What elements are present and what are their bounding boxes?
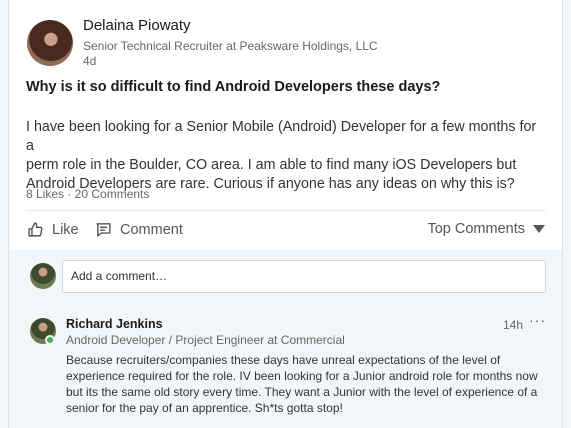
like-button[interactable]: Like bbox=[27, 221, 79, 238]
online-status-icon bbox=[45, 335, 55, 345]
add-comment-input[interactable]: Add a comment… bbox=[62, 260, 546, 293]
sort-comments-dropdown[interactable]: Top Comments bbox=[427, 221, 545, 237]
comment-label: Comment bbox=[120, 221, 183, 238]
comment-time: 14h bbox=[503, 318, 524, 332]
like-label: Like bbox=[52, 221, 79, 238]
comment-icon bbox=[95, 221, 112, 238]
comment-author-title: Android Developer / Project Engineer at … bbox=[66, 333, 345, 347]
post-stats[interactable]: 8 Likes · 20 Comments bbox=[26, 187, 149, 201]
post-body-line: I have been looking for a Senior Mobile … bbox=[26, 119, 537, 154]
caret-down-icon bbox=[533, 221, 545, 237]
comment-text: Because recruiters/companies these days … bbox=[66, 352, 546, 416]
post-body-line: perm role in the Boulder, CO area. I am … bbox=[26, 157, 517, 173]
sort-label: Top Comments bbox=[427, 221, 525, 237]
author-avatar[interactable] bbox=[27, 20, 73, 66]
thumbs-up-icon bbox=[27, 221, 44, 238]
comment-text-line: Because recruiters/companies these days … bbox=[66, 353, 501, 367]
comment-text-line: experience required for the role. IV bee… bbox=[66, 369, 538, 383]
divider bbox=[26, 210, 546, 211]
comment-text-line: but its the same old story every time. T… bbox=[66, 385, 538, 399]
more-icon[interactable]: ··· bbox=[529, 312, 546, 328]
post-card: Delaina Piowaty Senior Technical Recruit… bbox=[8, 0, 563, 428]
author-name[interactable]: Delaina Piowaty bbox=[83, 17, 191, 34]
author-title: Senior Technical Recruiter at Peaksware … bbox=[83, 39, 378, 53]
comment-text-line: senior for the pay of an apprentice. Sh*… bbox=[66, 401, 343, 415]
comment-button[interactable]: Comment bbox=[95, 221, 183, 238]
post-heading: Why is it so difficult to find Android D… bbox=[26, 79, 441, 95]
comment-author-name[interactable]: Richard Jenkins bbox=[66, 317, 163, 331]
comments-section: Add a comment… Richard Jenkins Android D… bbox=[9, 250, 562, 428]
current-user-avatar[interactable] bbox=[30, 263, 56, 289]
post-age: 4d bbox=[83, 54, 97, 68]
post-body: I have been looking for a Senior Mobile … bbox=[26, 118, 546, 194]
